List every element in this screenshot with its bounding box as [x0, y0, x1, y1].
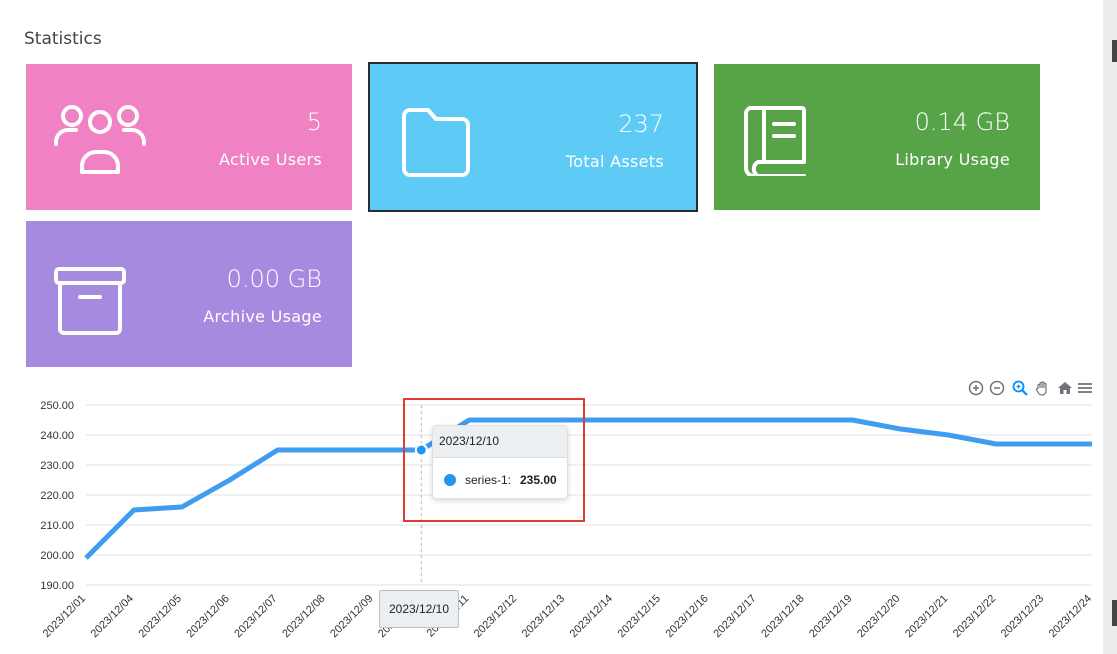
- x-tick-label: 2023/12/07: [232, 593, 279, 640]
- x-tick-label: 2023/12/24: [1047, 593, 1094, 640]
- x-tick-label: 2023/12/19: [807, 593, 854, 640]
- x-tick-label: 2023/12/12: [472, 593, 519, 640]
- series-line: [84, 417, 1092, 560]
- y-tick-label: 200.00: [40, 550, 74, 562]
- y-axis: 250.00 240.00 230.00 220.00 210.00 200.00 190.…: [40, 400, 74, 592]
- scrollbar-edge[interactable]: [1103, 0, 1117, 654]
- x-axis: 2023/12/01 2023/12/04 2023/12/05 2023/12/06…: [41, 593, 1094, 640]
- y-tick-label: 190.00: [40, 580, 74, 592]
- x-axis-tooltip: 2023/12/10: [379, 590, 459, 628]
- active-users-label: Active Users: [219, 150, 322, 169]
- y-tick-label: 240.00: [40, 430, 74, 442]
- x-tick-label: 2023/12/13: [520, 593, 567, 640]
- x-tick-label: 2023/12/05: [137, 593, 184, 640]
- x-tick-label: 2023/12/15: [616, 593, 663, 640]
- library-usage-value: 0.14 GB: [914, 108, 1010, 136]
- x-tick-label: 2023/12/06: [184, 593, 231, 640]
- x-tick-label: 2023/12/16: [663, 593, 710, 640]
- x-tick-label: 2023/12/18: [759, 593, 806, 640]
- statistics-title: Statistics: [24, 29, 102, 49]
- y-tick-label: 220.00: [40, 490, 74, 502]
- archive-usage-label: Archive Usage: [203, 307, 322, 326]
- users-icon: [54, 105, 146, 174]
- x-tick-label: 2023/12/14: [568, 593, 615, 640]
- x-tick-label: 2023/12/17: [711, 593, 758, 640]
- y-tick-label: 250.00: [40, 400, 74, 412]
- x-tick-label: 2023/12/04: [89, 593, 136, 640]
- active-users-card[interactable]: 5 Active Users: [26, 64, 352, 210]
- archive-box-icon: [54, 267, 126, 335]
- x-tick-label: 2023/12/22: [951, 593, 998, 640]
- x-tick-label: 2023/12/09: [328, 593, 375, 640]
- library-usage-label: Library Usage: [895, 150, 1010, 169]
- book-icon: [744, 106, 806, 176]
- y-tick-label: 230.00: [40, 460, 74, 472]
- x-tick-label: 2023/12/01: [41, 593, 88, 640]
- library-usage-card[interactable]: 0.14 GB Library Usage: [714, 64, 1040, 210]
- total-assets-card[interactable]: 237 Total Assets: [368, 62, 698, 212]
- highlight-box: [403, 398, 585, 522]
- total-assets-label: Total Assets: [565, 152, 664, 171]
- x-tick-label: 2023/12/08: [280, 593, 327, 640]
- archive-usage-value: 0.00 GB: [226, 265, 322, 293]
- folder-icon: [402, 108, 470, 177]
- x-tick-label: 2023/12/21: [903, 593, 950, 640]
- x-tick-label: 2023/12/20: [855, 593, 902, 640]
- archive-usage-card[interactable]: 0.00 GB Archive Usage: [26, 221, 352, 367]
- total-assets-value: 237: [618, 110, 664, 138]
- x-tick-label: 2023/12/23: [999, 593, 1046, 640]
- y-tick-label: 210.00: [40, 520, 74, 532]
- active-users-value: 5: [306, 108, 322, 136]
